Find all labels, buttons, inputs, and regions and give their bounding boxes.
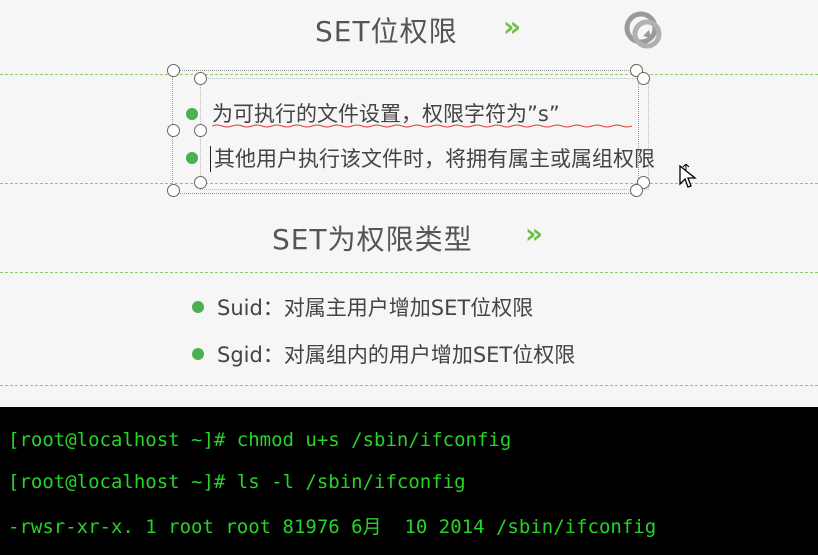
terminal-line: -rwsr-xr-x. 1 root root 81976 6月 10 2014… — [8, 516, 657, 538]
spellcheck-underline — [212, 124, 632, 128]
bullet-text: Sgid：对属组内的用户增加SET位权限 — [217, 343, 576, 367]
move-cursor-icon — [679, 164, 697, 188]
bullet-icon — [192, 301, 204, 313]
bullet-text: Suid：对属主用户增加SET位权限 — [217, 296, 534, 320]
resize-handle[interactable] — [194, 72, 207, 85]
terminal-line: [root@localhost ~]# chmod u+s /sbin/ifco… — [8, 429, 512, 451]
chevron-double-right-icon: » — [503, 10, 521, 43]
resize-handle[interactable] — [194, 176, 207, 189]
bullet-icon — [186, 108, 198, 120]
resize-handle[interactable] — [637, 72, 650, 85]
bullet-icon — [186, 152, 198, 164]
slide-title-set-permission: SET位权限 — [315, 15, 458, 48]
terminal-line: [root@localhost ~]# ls -l /sbin/ifconfig — [8, 471, 466, 493]
terminal-window[interactable]: [root@localhost ~]# chmod u+s /sbin/ifco… — [0, 407, 818, 555]
bullet-icon — [192, 348, 204, 360]
refresh-icon[interactable] — [621, 8, 667, 54]
divider-line — [0, 385, 818, 386]
resize-handle[interactable] — [167, 64, 180, 77]
resize-handle[interactable] — [167, 184, 180, 197]
resize-handle[interactable] — [630, 184, 643, 197]
text-box-inner[interactable] — [200, 78, 649, 190]
text-caret — [210, 146, 211, 172]
slide-area: SET位权限 » 为可执行的文件设置，权限字符为”s” 其他用户执行该文件时，将… — [0, 0, 818, 407]
chevron-double-right-icon: » — [525, 217, 543, 250]
resize-handle[interactable] — [194, 124, 207, 137]
slide-subtitle-set-types: SET为权限类型 — [272, 223, 473, 256]
resize-handle[interactable] — [167, 124, 180, 137]
divider-line — [0, 272, 818, 273]
bullet-text[interactable]: 其他用户执行该文件时，将拥有属主或属组权限 — [214, 143, 655, 173]
